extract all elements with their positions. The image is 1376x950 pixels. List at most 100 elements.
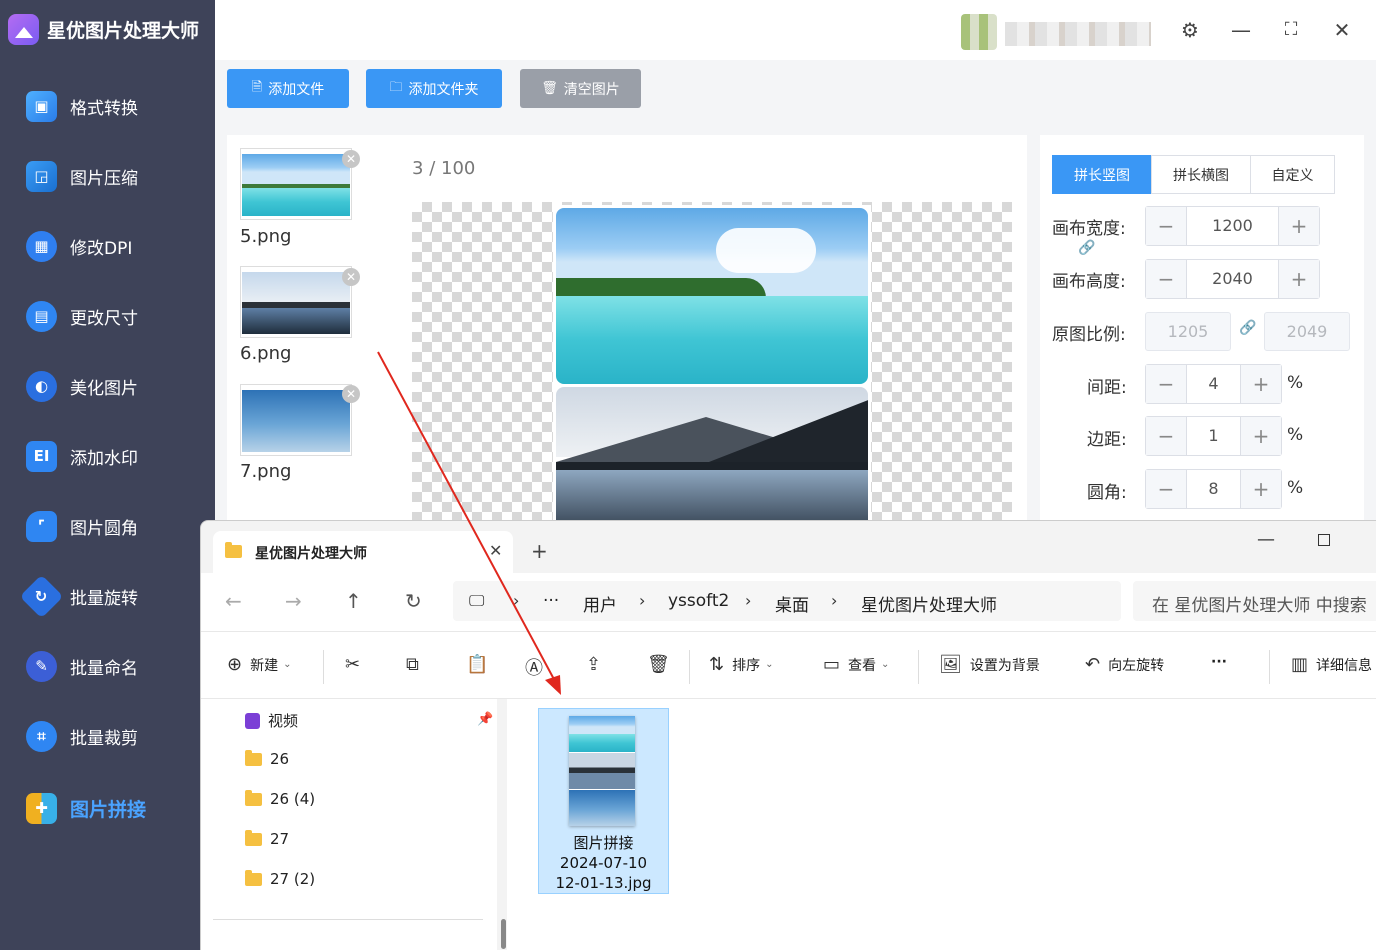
chevron-right-icon: › <box>831 591 838 610</box>
breadcrumb-folder[interactable]: 星优图片处理大师 <box>861 591 997 616</box>
margin-stepper[interactable]: − 1 + <box>1145 416 1282 456</box>
details-button[interactable]: ▥ 详细信息 <box>1291 654 1372 675</box>
scrollbar[interactable] <box>501 919 506 949</box>
canvas-width-label: 画布宽度: <box>1052 219 1126 239</box>
chevron-right-icon: › <box>513 591 520 610</box>
sidebar-item-rotate[interactable]: ↻ 批量旋转 <box>19 574 138 618</box>
sort-button[interactable]: ⇅ 排序 ⌄ <box>709 654 773 675</box>
link-icon: 🔗 <box>1239 320 1257 336</box>
remove-thumbnail-icon[interactable]: ✕ <box>342 385 360 403</box>
tab-long-vertical[interactable]: 拼长竖图 <box>1052 155 1152 194</box>
forward-arrow-icon[interactable]: → <box>285 589 302 613</box>
address-bar[interactable]: 🖵 › ··· 用户 › yssoft2 › 桌面 › 星优图片处理大师 <box>453 581 1121 621</box>
sidebar-item-crop[interactable]: ⌗ 批量裁剪 <box>26 716 138 756</box>
minimize-icon[interactable]: — <box>1229 18 1253 42</box>
tab-long-horizontal[interactable]: 拼长横图 <box>1151 155 1251 194</box>
breadcrumb-user[interactable]: yssoft2 <box>668 591 729 611</box>
decrement-button[interactable]: − <box>1146 207 1186 245</box>
increment-button[interactable]: + <box>1241 365 1281 403</box>
sidebar-item-label: 图片圆角 <box>70 518 138 539</box>
explorer-tab[interactable]: 星优图片处理大师 ✕ <box>213 531 513 573</box>
sidebar-item-label: 更改尺寸 <box>70 308 138 329</box>
share-button[interactable]: ⇪ <box>586 654 609 675</box>
sidebar-item-stitch[interactable]: ✚ 图片拼接 <box>26 788 146 828</box>
corner-radius-value[interactable]: 8 <box>1186 470 1241 508</box>
thumbnail-5[interactable] <box>240 148 352 220</box>
tree-item-folder[interactable]: 26 <box>245 749 289 768</box>
back-arrow-icon[interactable]: ← <box>225 589 242 613</box>
view-button[interactable]: ▭ 查看 ⌄ <box>823 654 889 675</box>
canvas-width-stepper[interactable]: − 1200 + <box>1145 206 1320 246</box>
tree-item-folder[interactable]: 27 <box>245 829 289 848</box>
canvas-height-label: 画布高度: <box>1052 272 1126 292</box>
round-corner-icon: ⌜ <box>26 510 57 542</box>
maximize-icon[interactable] <box>1318 534 1330 546</box>
remove-thumbnail-icon[interactable]: ✕ <box>342 268 360 286</box>
spacing-stepper[interactable]: − 4 + <box>1145 364 1282 404</box>
tree-item-folder[interactable]: 26 (4) <box>245 789 315 808</box>
decrement-button[interactable]: − <box>1146 365 1186 403</box>
close-tab-icon[interactable]: ✕ <box>489 541 502 560</box>
new-tab-icon[interactable]: + <box>531 539 548 563</box>
margin-value[interactable]: 1 <box>1186 417 1241 455</box>
thumbnail-7[interactable] <box>240 384 352 456</box>
sidebar-item-compress[interactable]: ◲ 图片压缩 <box>26 156 138 196</box>
tab-custom[interactable]: 自定义 <box>1250 155 1335 194</box>
canvas-width-value[interactable]: 1200 <box>1186 207 1279 245</box>
set-background-button[interactable]: 🖼 设置为背景 <box>939 654 1040 675</box>
settings-sliders-icon[interactable]: ⚙ <box>1178 18 1202 42</box>
rotate-left-icon: ↶ <box>1085 654 1101 675</box>
increment-button[interactable]: + <box>1279 207 1319 245</box>
maximize-icon[interactable]: ⛶ <box>1279 18 1303 42</box>
pin-icon[interactable]: 📌 <box>477 712 493 727</box>
canvas-height-stepper[interactable]: − 2040 + <box>1145 259 1320 299</box>
this-pc-icon[interactable]: 🖵 <box>469 591 484 611</box>
rename-button[interactable]: Ⓐ <box>525 654 551 680</box>
more-options-button[interactable]: ··· <box>1211 654 1227 670</box>
spacing-value[interactable]: 4 <box>1186 365 1241 403</box>
increment-button[interactable]: + <box>1279 260 1319 298</box>
decrement-button[interactable]: − <box>1146 260 1186 298</box>
sidebar-item-resize[interactable]: ▤ 更改尺寸 <box>26 296 138 336</box>
up-arrow-icon[interactable]: ↑ <box>345 589 362 613</box>
add-folder-button[interactable]: 🗀 添加文件夹 <box>366 69 502 108</box>
sidebar-item-format-convert[interactable]: ▣ 格式转换 <box>26 86 138 126</box>
delete-button[interactable]: 🗑 <box>647 654 678 675</box>
increment-button[interactable]: + <box>1241 417 1281 455</box>
command-bar: ⊕ 新建 ⌄ ✂ ⧉ 📋 Ⓐ ⇪ 🗑 ⇅ 排序 ⌄ ▭ 查看 ⌄ 🖼 设置为背景 ↶ 向左旋转 … <box>201 631 1376 699</box>
add-file-button[interactable]: 🗎 添加文件 <box>227 69 349 108</box>
new-button[interactable]: ⊕ 新建 ⌄ <box>227 654 291 675</box>
decrement-button[interactable]: − <box>1146 417 1186 455</box>
avatar[interactable] <box>961 14 997 50</box>
link-icon[interactable]: 🔗 <box>1078 240 1095 256</box>
tree-item-videos[interactable]: 视频 <box>245 710 298 731</box>
sidebar-item-round-corner[interactable]: ⌜ 图片圆角 <box>26 506 138 546</box>
paste-button[interactable]: 📋 <box>466 654 496 675</box>
canvas-height-value[interactable]: 2040 <box>1186 260 1279 298</box>
sidebar-item-label: 图片压缩 <box>70 168 138 189</box>
refresh-icon[interactable]: ↻ <box>405 589 422 613</box>
minimize-icon[interactable]: — <box>1257 529 1275 550</box>
username-blurred <box>1005 22 1151 46</box>
corner-radius-stepper[interactable]: − 8 + <box>1145 469 1282 509</box>
breadcrumb-desktop[interactable]: 桌面 <box>775 591 809 616</box>
search-input[interactable]: 在 星优图片处理大师 中搜索 <box>1133 581 1376 621</box>
breadcrumb-users[interactable]: 用户 <box>583 591 617 616</box>
sidebar-item-beautify[interactable]: ◐ 美化图片 <box>26 366 138 406</box>
rotate-left-button[interactable]: ↶ 向左旋转 <box>1085 654 1164 675</box>
sidebar-item-dpi[interactable]: ▦ 修改DPI <box>26 226 132 266</box>
sidebar-item-rename[interactable]: ✎ 批量命名 <box>26 646 138 686</box>
ratio-height-field: 2049 <box>1264 312 1350 351</box>
clear-images-button[interactable]: 🗑 清空图片 <box>520 69 641 108</box>
tree-item-folder[interactable]: 27 (2) <box>245 869 315 888</box>
copy-button[interactable]: ⧉ <box>406 654 427 675</box>
increment-button[interactable]: + <box>1241 470 1281 508</box>
close-icon[interactable]: ✕ <box>1330 18 1354 42</box>
cut-button[interactable]: ✂ <box>345 654 368 675</box>
breadcrumb-ellipsis[interactable]: ··· <box>543 591 559 611</box>
stitched-image-file[interactable]: 图片拼接 2024-07-10 12-01-13.jpg <box>538 708 669 894</box>
decrement-button[interactable]: − <box>1146 470 1186 508</box>
remove-thumbnail-icon[interactable]: ✕ <box>342 150 360 168</box>
thumbnail-6[interactable] <box>240 266 352 338</box>
sidebar-item-watermark[interactable]: EI 添加水印 <box>26 436 138 476</box>
